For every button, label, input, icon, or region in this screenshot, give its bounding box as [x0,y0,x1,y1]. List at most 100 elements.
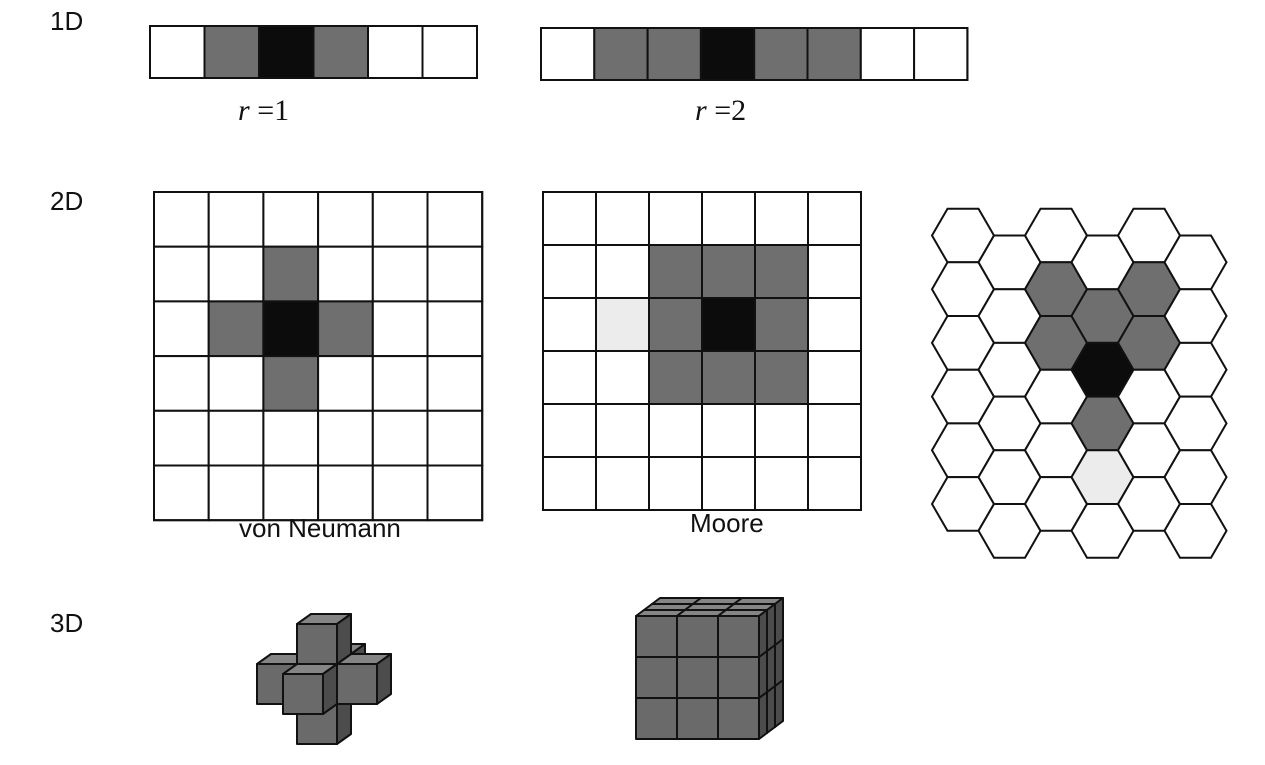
grid-cell-empty [426,245,484,303]
strip-r2 [540,27,969,81]
cube-side-face [774,679,784,728]
grid-cell-empty [371,245,429,303]
grid-cell-empty [317,409,374,467]
cube-front-face [635,656,678,699]
grid-cell-empty [153,245,210,303]
label-r2-var: r [695,94,707,127]
strip-cell-center [699,27,756,81]
cubes-3d-von-neumann [256,613,392,745]
row-label-1d: 1D [50,6,83,36]
strip-cell-neighbor [806,27,862,81]
grid-cell-neighbor [262,355,320,412]
grid-cell-empty [153,409,210,467]
label-r1-var: r [238,94,250,127]
cube-side-face [766,603,776,652]
cube-front-face [717,615,760,658]
grid-cell-neighbor [754,244,809,299]
strip-cell-center [258,25,315,79]
grid-cell-neighbor [648,244,703,299]
grid-cell-neighbor [648,350,703,405]
grid-cell-faint [595,297,650,352]
grid-cell-empty [317,355,374,412]
grid-cell-center [262,300,320,358]
cube-front-face [282,673,324,715]
grid-cell-empty [262,409,320,467]
grid-cell-empty [426,409,484,467]
grid-cell-empty [371,300,429,358]
grid-cell-empty [426,300,484,358]
grid-cell-empty [542,403,597,458]
grid-cell-neighbor [754,297,809,352]
grid-cell-empty [595,244,650,299]
grid-cell-empty [807,456,862,511]
grid-hexagonal [930,207,1228,559]
grid-cell-empty [371,191,429,248]
cube-front-face [635,615,678,658]
grid-cell-neighbor [754,350,809,405]
grid-cell-center [701,297,756,352]
grid-cell-empty [542,191,597,246]
cubes-3d-moore [635,597,784,740]
strip-cell-empty [149,25,206,79]
grid-cell-empty [542,456,597,511]
strip-cell-neighbor [753,27,809,81]
grid-von-neumann [153,191,484,522]
grid-cell-neighbor [701,350,756,405]
cube-side-face [322,663,338,715]
grid-cell-empty [207,245,265,303]
cube-side-face [758,691,768,740]
cube-side-face [766,685,776,734]
cube-front-face [676,697,719,740]
grid-cell-neighbor [701,244,756,299]
grid-cell-empty [754,191,809,246]
cube-side-face [758,609,768,658]
grid-cell-neighbor [648,297,703,352]
grid-cell-empty [371,355,429,412]
grid-cell-empty [262,464,320,522]
cube-side-face [336,613,352,665]
cube-front-face [336,663,378,705]
cube-front-face [717,656,760,699]
cube-side-face [376,653,392,705]
strip-cell-empty [859,27,916,81]
grid-cell-empty [371,409,429,467]
strip-cell-neighbor [312,25,369,79]
grid-moore [542,191,862,511]
grid-cell-empty [371,464,429,522]
grid-cell-neighbor [262,245,320,303]
strip-cell-empty [913,27,969,81]
grid-cell-empty [426,191,484,248]
grid-cell-empty [807,297,862,352]
row-label-2d: 2D [50,186,83,216]
label-r1: r =1 [238,94,289,127]
cube-side-face [758,650,768,699]
cube-front-face [717,697,760,740]
grid-cell-empty [648,403,703,458]
grid-cell-empty [542,244,597,299]
cube-side-face [766,644,776,693]
grid-cell-empty [807,244,862,299]
grid-cell-empty [153,300,210,358]
grid-cell-empty [207,464,265,522]
label-r2-value: =2 [707,94,746,127]
caption-moore: Moore [690,508,764,538]
cube-side-face [774,597,784,646]
grid-cell-neighbor [317,300,374,358]
grid-cell-empty [701,403,756,458]
strip-cell-neighbor [203,25,260,79]
grid-cell-empty [207,355,265,412]
strip-cell-empty [540,27,596,81]
strip-cell-empty [367,25,424,79]
label-r1-value: =1 [250,94,289,127]
strip-cell-empty [421,25,478,79]
grid-cell-empty [648,191,703,246]
cube-front-face [296,623,338,665]
cube-front-face [635,697,678,740]
neighborhood-figure: 1D 2D 3D r =1 r =2 von Neumann Moore [50,6,1228,745]
cube-front-face [676,615,719,658]
grid-cell-empty [807,403,862,458]
label-r2: r =2 [695,94,746,127]
strip-cell-neighbor [593,27,649,81]
grid-cell-empty [595,191,650,246]
grid-cell-empty [595,350,650,405]
